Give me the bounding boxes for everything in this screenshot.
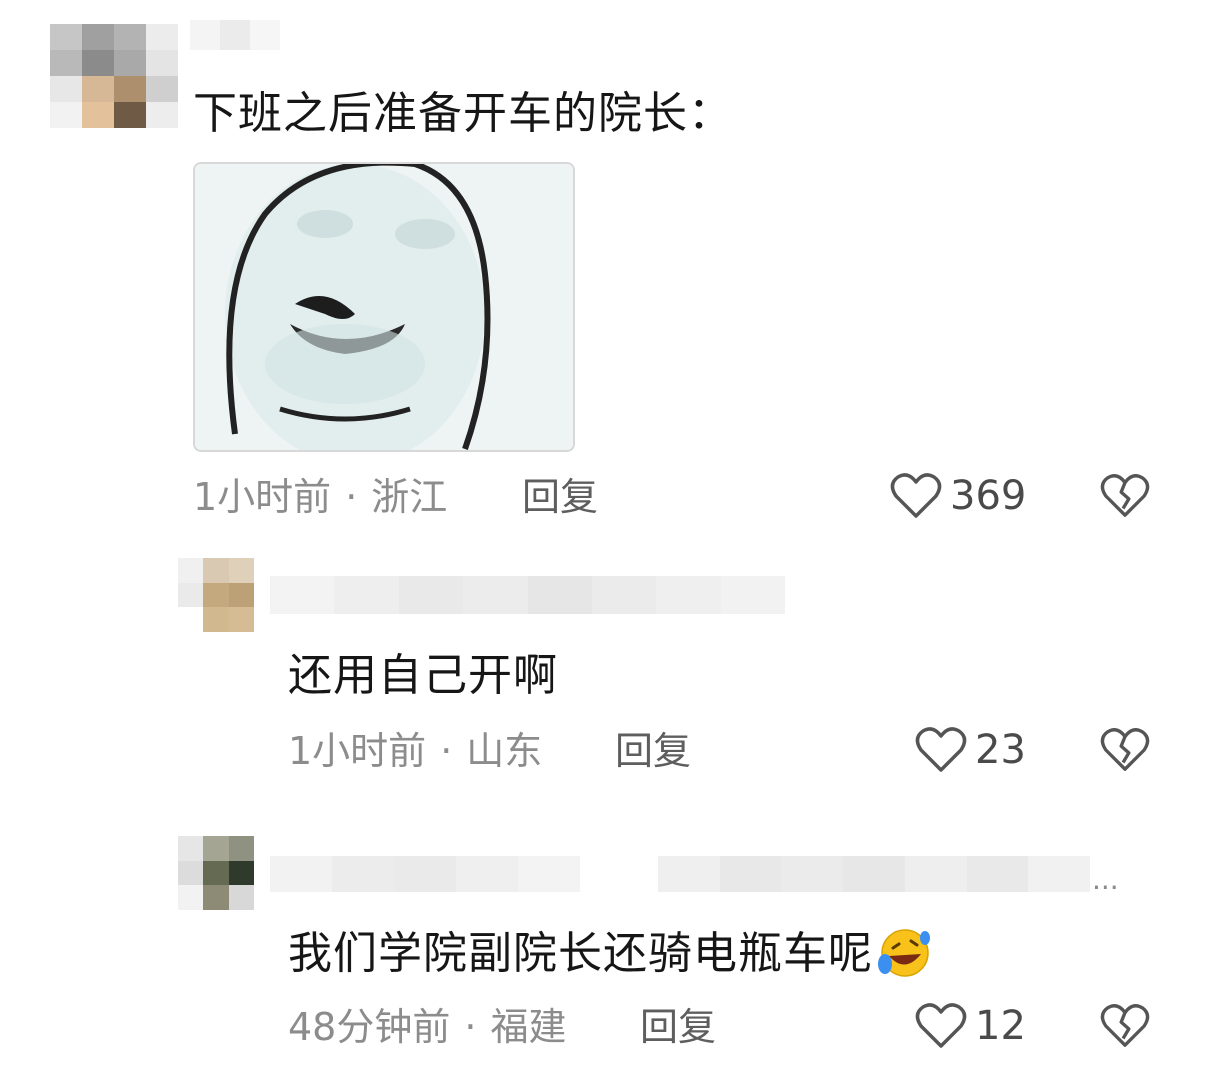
comment-location: 山东 <box>466 729 543 773</box>
like-button[interactable]: 23 <box>915 726 1026 774</box>
comment-meta: 1小时前 · 浙江 <box>193 478 447 516</box>
separator-dot: · <box>440 729 453 773</box>
meme-image[interactable] <box>193 162 575 452</box>
username-blurred[interactable] <box>190 20 280 50</box>
broken-heart-icon[interactable] <box>1100 473 1150 519</box>
reply-button[interactable]: 回复 <box>640 1008 716 1046</box>
reply-button[interactable]: 回复 <box>522 478 598 516</box>
broken-heart-icon[interactable] <box>1100 1003 1150 1049</box>
comment-meta: 1小时前 · 山东 <box>288 732 542 770</box>
meme-face-drawing <box>195 164 573 450</box>
comment-text: 我们学院副院长还骑电瓶车呢 <box>288 926 933 986</box>
more-options[interactable]: ... <box>1092 866 1119 894</box>
heart-outline-icon <box>915 1002 967 1050</box>
comment-time: 1小时前 <box>288 729 427 773</box>
comment-text: 还用自己开啊 <box>288 650 558 701</box>
comment-meta: 48分钟前 · 福建 <box>288 1008 566 1046</box>
separator-dot: · <box>464 1005 477 1049</box>
like-button[interactable]: 12 <box>915 1002 1026 1050</box>
comment-text-body: 我们学院副院长还骑电瓶车呢 <box>288 928 873 979</box>
avatar[interactable] <box>178 836 254 910</box>
broken-heart-icon[interactable] <box>1100 727 1150 773</box>
comment-location: 福建 <box>490 1005 567 1049</box>
avatar[interactable] <box>178 558 254 632</box>
separator-dot: · <box>345 475 358 519</box>
avatar[interactable] <box>50 24 178 128</box>
like-count: 12 <box>975 1003 1026 1049</box>
like-count: 369 <box>950 473 1027 519</box>
reply-button[interactable]: 回复 <box>615 732 691 770</box>
comment-time: 48分钟前 <box>288 1005 451 1049</box>
like-count: 23 <box>975 727 1026 773</box>
tag-blurred <box>658 856 1090 892</box>
like-button[interactable]: 369 <box>890 472 1026 520</box>
heart-outline-icon <box>915 726 967 774</box>
comment-location: 浙江 <box>371 475 448 519</box>
heart-outline-icon <box>890 472 942 520</box>
comment-time: 1小时前 <box>193 475 332 519</box>
username-blurred[interactable] <box>270 856 580 892</box>
username-blurred[interactable] <box>270 576 785 614</box>
comment-text: 下班之后准备开车的院长： <box>193 88 733 139</box>
rofl-emoji-icon <box>875 926 933 986</box>
